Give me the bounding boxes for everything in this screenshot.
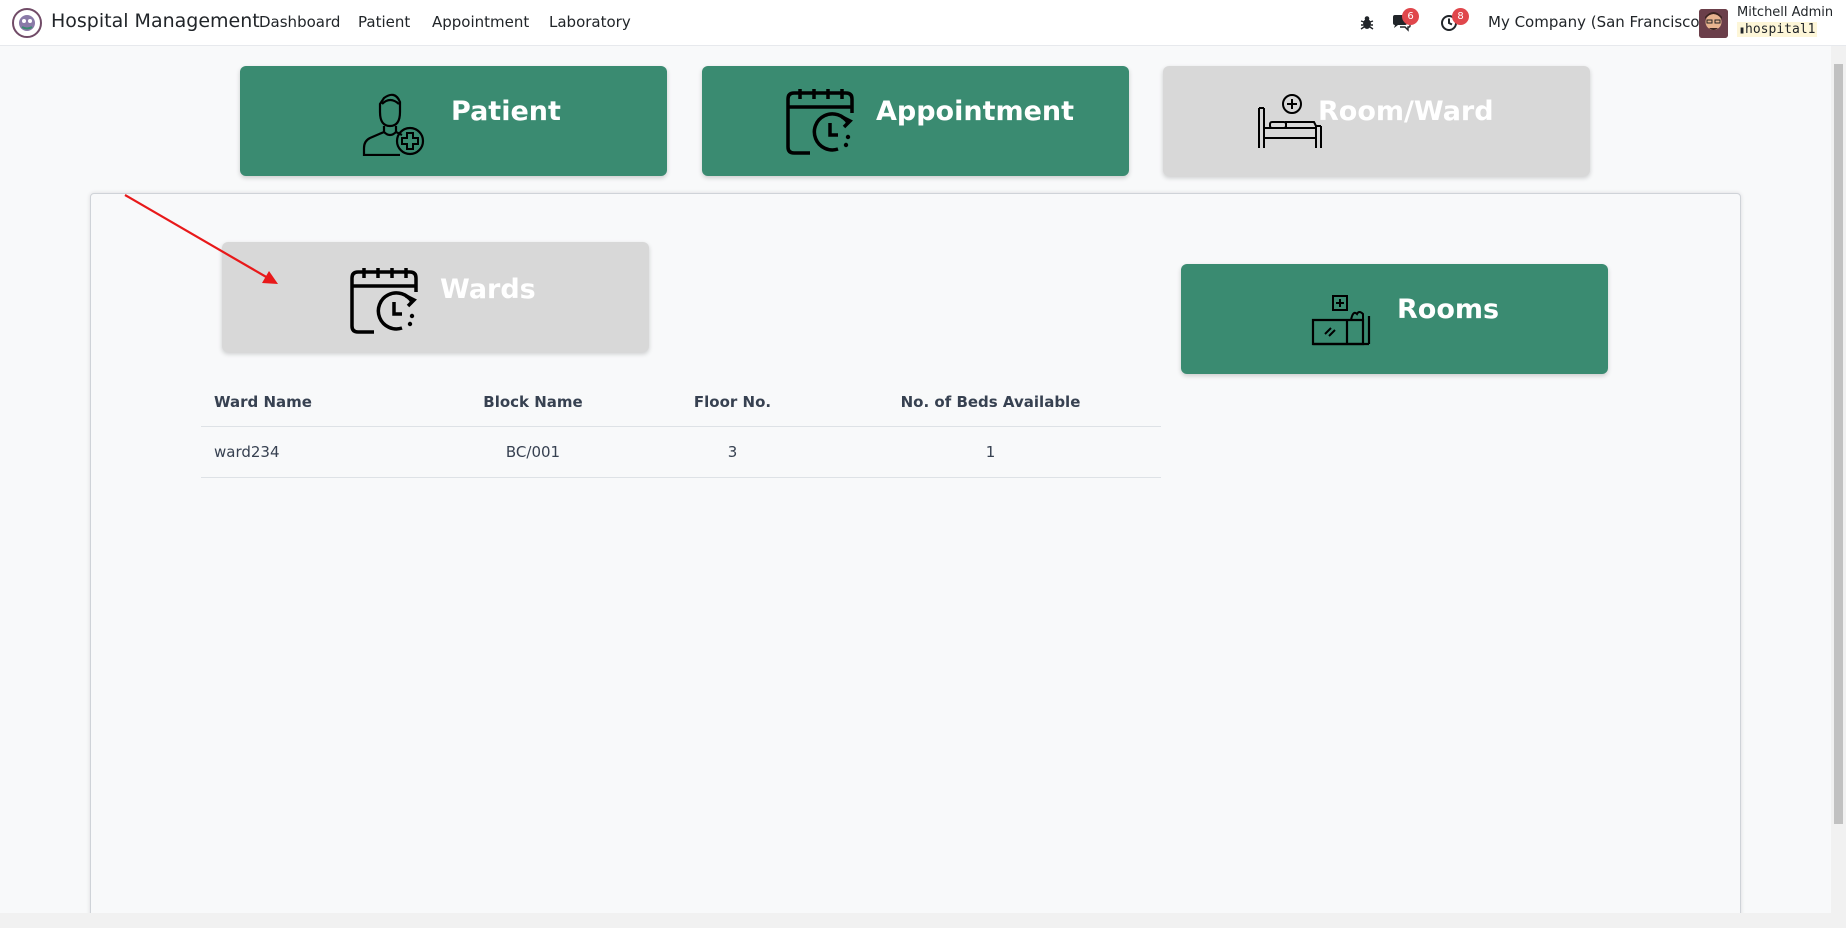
- horizontal-scrollbar[interactable]: [0, 913, 1846, 928]
- cell-block-name: BC/001: [421, 426, 645, 478]
- wards-table: Ward Name Block Name Floor No. No. of Be…: [201, 378, 1161, 478]
- user-name[interactable]: Mitchell Admin: [1737, 5, 1833, 20]
- user-avatar[interactable]: [1699, 9, 1728, 38]
- menu-patient[interactable]: Patient: [358, 13, 410, 31]
- patient-card[interactable]: Patient: [240, 66, 667, 176]
- room-ward-card[interactable]: Room/Ward: [1163, 66, 1590, 176]
- activities-clock-icon[interactable]: 8: [1438, 8, 1469, 34]
- col-floor-no: Floor No.: [645, 378, 820, 427]
- cell-beds-available: 1: [820, 426, 1161, 478]
- cell-ward-name: ward234: [201, 426, 421, 478]
- patient-card-label: Patient: [451, 96, 561, 127]
- vertical-scrollbar[interactable]: [1831, 46, 1846, 913]
- col-ward-name: Ward Name: [201, 378, 421, 427]
- room-ward-card-label: Room/Ward: [1318, 96, 1494, 127]
- vertical-scroll-thumb[interactable]: [1834, 64, 1843, 824]
- messages-count-badge: 6: [1402, 8, 1419, 25]
- hospital-bed-icon: [1258, 94, 1322, 148]
- wards-button-label: Wards: [440, 274, 536, 305]
- rooms-button[interactable]: Rooms: [1181, 264, 1608, 374]
- app-logo-icon[interactable]: [12, 8, 42, 38]
- appointment-calendar-icon: [786, 89, 854, 155]
- patient-add-icon: [362, 93, 425, 156]
- col-beds-available: No. of Beds Available: [820, 378, 1161, 427]
- menu-dashboard[interactable]: Dashboard: [259, 13, 340, 31]
- hospital-room-icon: [1311, 295, 1371, 346]
- messages-chat-icon[interactable]: 6: [1390, 8, 1419, 34]
- appointment-card[interactable]: Appointment: [702, 66, 1129, 176]
- company-switcher[interactable]: My Company (San Francisco): [1488, 13, 1705, 31]
- top-navbar: Hospital Management Dashboard Patient Ap…: [0, 0, 1846, 46]
- wards-button[interactable]: Wards: [222, 242, 649, 352]
- menu-laboratory[interactable]: Laboratory: [549, 13, 631, 31]
- appointment-card-label: Appointment: [876, 96, 1075, 127]
- col-block-name: Block Name: [421, 378, 645, 427]
- wards-calendar-icon: [350, 268, 418, 334]
- app-name[interactable]: Hospital Management: [51, 10, 260, 32]
- rooms-button-label: Rooms: [1397, 294, 1500, 325]
- debug-bug-icon[interactable]: [1360, 12, 1374, 34]
- database-name: ▮hospital1: [1737, 22, 1818, 37]
- table-row[interactable]: ward234 BC/001 3 1: [201, 426, 1161, 478]
- cell-floor-no: 3: [645, 426, 820, 478]
- table-header-row: Ward Name Block Name Floor No. No. of Be…: [201, 378, 1161, 427]
- activities-count-badge: 8: [1452, 8, 1469, 25]
- database-name-text: hospital1: [1745, 22, 1816, 37]
- menu-appointment[interactable]: Appointment: [432, 13, 529, 31]
